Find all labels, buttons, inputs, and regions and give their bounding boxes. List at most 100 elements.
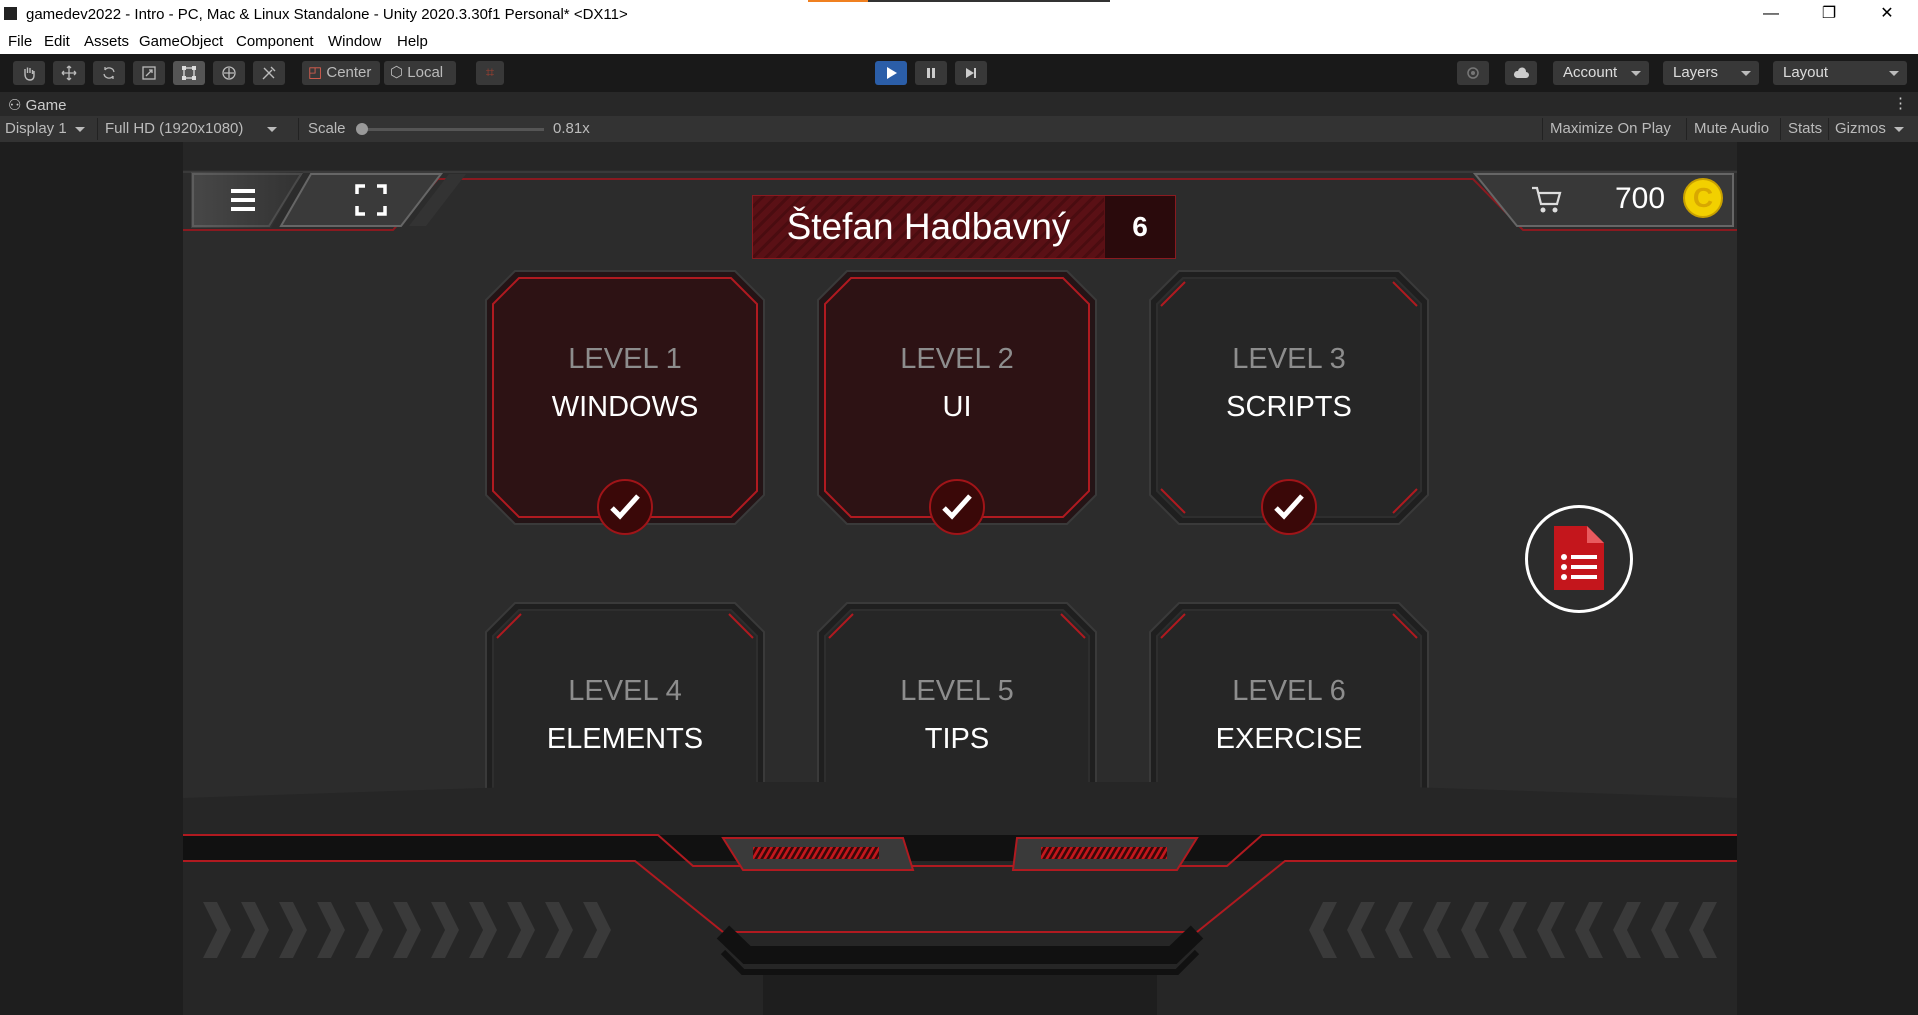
display-dropdown[interactable]: Display 1 xyxy=(5,120,85,137)
custom-tool-icon[interactable] xyxy=(253,61,285,85)
menu-file[interactable]: File xyxy=(8,33,32,50)
editor-toolbar: ◰ Center ⬡ Local ⌗ Account Layers Layout xyxy=(0,54,1918,92)
more-options-icon[interactable]: ⋮ xyxy=(1893,94,1908,112)
hud-left-panel xyxy=(191,172,466,228)
divider xyxy=(1828,118,1829,140)
scale-slider-handle[interactable] xyxy=(356,123,368,135)
menu-gameobject[interactable]: GameObject xyxy=(139,33,223,50)
account-dropdown[interactable]: Account xyxy=(1553,61,1649,85)
local-space-icon: ⬡ xyxy=(390,64,404,81)
game-canvas: Štefan Hadbavný 6 700 C LEVEL 1 WINDOWS xyxy=(183,142,1737,1015)
divider xyxy=(97,118,98,140)
move-tool-icon[interactable] xyxy=(53,61,85,85)
scale-slider-track[interactable] xyxy=(360,128,544,131)
game-viewport: Štefan Hadbavný 6 700 C LEVEL 1 WINDOWS xyxy=(0,142,1918,1015)
transform-tool-icon[interactable] xyxy=(213,61,245,85)
shop-button[interactable] xyxy=(1531,185,1563,215)
unity-logo-icon xyxy=(4,7,17,20)
layout-dropdown[interactable]: Layout xyxy=(1773,61,1907,85)
checkmark-icon xyxy=(942,494,972,520)
level-name: UI xyxy=(942,391,972,423)
account-label: Account xyxy=(1563,64,1618,81)
level-card-3[interactable]: LEVEL 3 SCRIPTS xyxy=(1149,270,1429,535)
scale-value: 0.81x xyxy=(553,120,590,137)
gizmos-dropdown[interactable]: Gizmos xyxy=(1835,120,1904,137)
space-local-toggle[interactable]: ⬡ Local xyxy=(384,61,456,85)
scale-label: Scale xyxy=(308,120,346,137)
layout-label: Layout xyxy=(1783,64,1829,81)
level-number: LEVEL 1 xyxy=(568,343,682,375)
resolution-dropdown[interactable]: Full HD (1920x1080) xyxy=(105,120,278,137)
stats-toggle[interactable]: Stats xyxy=(1788,120,1822,137)
tab-game-label: Game xyxy=(25,97,67,114)
cloud-icon[interactable] xyxy=(1505,61,1537,85)
play-button[interactable] xyxy=(875,61,907,85)
level-number: LEVEL 2 xyxy=(900,343,1014,375)
play-icon xyxy=(887,67,897,79)
level-name: SCRIPTS xyxy=(1226,391,1352,423)
hand-tool-icon[interactable] xyxy=(13,61,45,85)
level-card-1[interactable]: LEVEL 1 WINDOWS xyxy=(485,270,765,535)
grid-snap-icon[interactable]: ⌗ xyxy=(476,61,504,85)
minimize-button[interactable]: — xyxy=(1742,0,1800,30)
close-button[interactable]: ✕ xyxy=(1858,0,1916,30)
maximize-button[interactable]: ❐ xyxy=(1800,0,1858,30)
window-title: gamedev2022 - Intro - PC, Mac & Linux St… xyxy=(26,6,628,23)
chevron-down-icon xyxy=(267,126,278,132)
pause-button[interactable] xyxy=(915,61,947,85)
tab-game[interactable]: ⚇ Game xyxy=(8,96,66,114)
window-title-bar: gamedev2022 - Intro - PC, Mac & Linux St… xyxy=(0,0,1918,30)
collab-icon[interactable] xyxy=(1457,61,1489,85)
player-level-number: 6 xyxy=(1105,196,1175,258)
load-progress-fill xyxy=(808,0,869,2)
layers-dropdown[interactable]: Layers xyxy=(1663,61,1759,85)
menu-button[interactable] xyxy=(231,187,255,213)
menu-bar: File Edit Assets GameObject Component Wi… xyxy=(0,30,1918,54)
coin-icon: C xyxy=(1683,178,1723,218)
step-icon xyxy=(966,68,976,78)
layers-label: Layers xyxy=(1673,64,1719,81)
mute-audio-toggle[interactable]: Mute Audio xyxy=(1694,120,1769,137)
document-list-icon xyxy=(1554,526,1604,590)
step-button[interactable] xyxy=(955,61,987,85)
game-tab-header: ⚇ Game ⋮ xyxy=(0,92,1918,116)
cart-icon xyxy=(1532,186,1562,213)
gizmos-label: Gizmos xyxy=(1835,120,1886,137)
pivot-center-toggle[interactable]: ◰ Center xyxy=(302,61,380,85)
menu-component[interactable]: Component xyxy=(236,33,314,50)
divider xyxy=(1542,118,1543,140)
load-progress-bar xyxy=(808,0,1110,2)
level-number: LEVEL 4 xyxy=(568,675,682,707)
pivot-icon: ◰ xyxy=(308,64,323,81)
pivot-label: Center xyxy=(326,64,372,81)
divider xyxy=(1780,118,1781,140)
level-number: LEVEL 5 xyxy=(900,675,1014,707)
level-name: WINDOWS xyxy=(551,391,699,423)
menu-help[interactable]: Help xyxy=(397,33,428,50)
menu-assets[interactable]: Assets xyxy=(84,33,129,50)
completed-badge xyxy=(929,479,985,535)
resolution-label: Full HD (1920x1080) xyxy=(105,120,244,137)
level-number: LEVEL 6 xyxy=(1232,675,1346,707)
rect-tool-icon[interactable] xyxy=(173,61,205,85)
bottom-decoration xyxy=(183,782,1737,1015)
menu-window[interactable]: Window xyxy=(328,33,381,50)
chevron-down-icon xyxy=(1631,71,1641,76)
completed-badge xyxy=(1261,479,1317,535)
player-nameplate: Štefan Hadbavný 6 xyxy=(752,195,1176,259)
level-card-2[interactable]: LEVEL 2 UI xyxy=(817,270,1097,535)
menu-edit[interactable]: Edit xyxy=(44,33,70,50)
chevron-down-icon xyxy=(1893,126,1904,132)
chevron-down-icon xyxy=(74,126,85,132)
game-view-icon: ⚇ xyxy=(8,97,22,114)
fullscreen-icon xyxy=(355,184,387,216)
game-view-controls: Display 1 Full HD (1920x1080) Scale 0.81… xyxy=(0,116,1918,142)
scale-tool-icon[interactable] xyxy=(133,61,165,85)
hamburger-icon xyxy=(231,189,255,211)
display-label: Display 1 xyxy=(5,120,67,137)
rotate-tool-icon[interactable] xyxy=(93,61,125,85)
tasks-document-button[interactable] xyxy=(1525,505,1633,613)
coin-count: 700 xyxy=(1615,182,1666,215)
fullscreen-button[interactable] xyxy=(355,184,387,216)
maximize-on-play-toggle[interactable]: Maximize On Play xyxy=(1550,120,1671,137)
